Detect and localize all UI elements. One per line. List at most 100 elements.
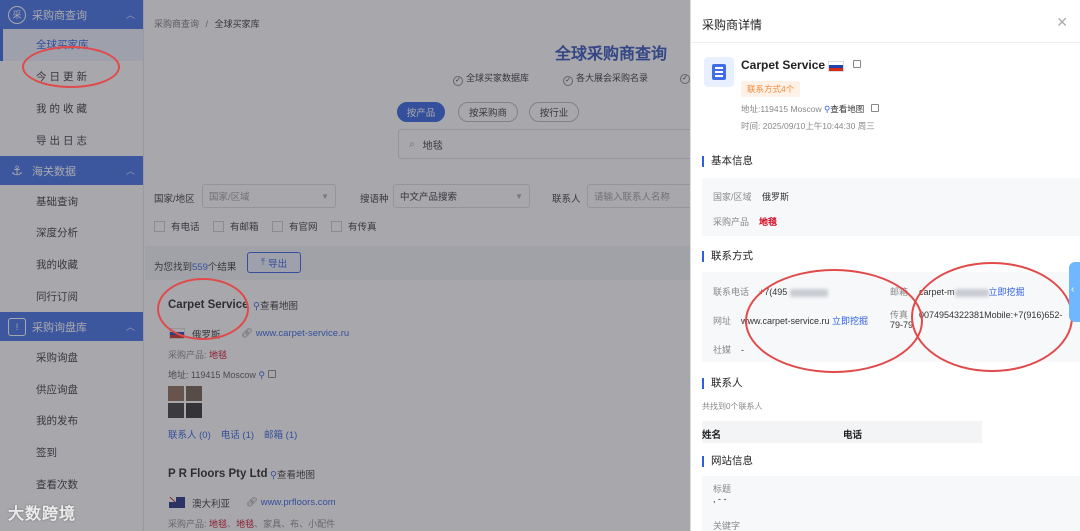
contact-placeholder: 请输入联系人名称 [594, 192, 671, 203]
fax-row: 传真 0074954322381Mobile:+7(916)652- [890, 308, 1062, 321]
product-thumbnails[interactable] [168, 386, 202, 418]
sidebar-item-customs-favorites[interactable]: 我的收藏 [0, 249, 143, 281]
product-value: 地毯 [209, 519, 228, 529]
link-icon: 🔗︎ [246, 497, 259, 508]
sidebar-item-today-update[interactable]: 今日更新 [0, 61, 143, 93]
checkbox-box [154, 220, 165, 232]
view-map-link[interactable]: ⚲查看地图 [253, 298, 298, 312]
product-value: 地毯 [209, 350, 228, 360]
address-value: 地址: 119415 Moscow [168, 370, 256, 380]
australia-flag-icon [169, 497, 185, 508]
sidebar-item-purchase-inquiry[interactable]: 采购询盘 [0, 341, 143, 373]
upload-icon: ⤒ [260, 257, 266, 268]
sidebar-item-deep-analysis[interactable]: 深度分析 [0, 217, 143, 249]
sidebar: 采 采购商查询 ︿ 全球买家库 今日更新 我的收藏 导出日志 ⚓ 海关数据 ︿ … [0, 0, 144, 531]
sidebar-group-inquiry[interactable]: ! 采购询盘库 ︿ [0, 312, 143, 342]
website-row: 网址 www.carpet-service.ru 立即挖掘 [713, 314, 868, 327]
tab-by-industry[interactable]: 按行业 [529, 102, 579, 122]
sidebar-item-global-buyers[interactable]: 全球买家库 [0, 29, 143, 61]
sidebar-group-label: 海关数据 [32, 165, 76, 178]
site-keyword-label: 关键字 [713, 519, 740, 531]
social-row: 社媒 - [713, 343, 744, 356]
sidebar-item-checkin[interactable]: 签到 [0, 437, 143, 469]
phone-link[interactable]: 电话 (1) [221, 430, 254, 441]
field-label: 联系电话 [713, 287, 750, 297]
export-button[interactable]: ⤒ 导出 [247, 252, 301, 273]
chevron-up-icon: ︿ [125, 322, 135, 333]
checkbox-label: 有官网 [289, 222, 318, 233]
close-icon[interactable]: ✕ [1056, 14, 1068, 31]
checkbox-has-phone[interactable]: 有电话 [154, 219, 200, 233]
breadcrumb-separator: / [205, 19, 209, 29]
field-value: carpet-m [919, 287, 955, 297]
section-basic-info: 基本信息 [702, 156, 753, 167]
view-map-link[interactable]: ⚲查看地图 [270, 467, 315, 481]
checkbox-has-email[interactable]: 有邮箱 [213, 219, 259, 233]
tab-by-product[interactable]: 按产品 [397, 102, 445, 122]
sidebar-item-peer-subscribe[interactable]: 同行订阅 [0, 281, 143, 313]
russia-flag-icon [169, 328, 185, 339]
sidebar-item-view-count[interactable]: 查看次数 [0, 469, 143, 501]
column-name: 姓名 [702, 430, 722, 441]
divider [691, 42, 1080, 43]
sidebar-group-label: 采购商查询 [32, 9, 87, 22]
field-label: 网址 [713, 316, 732, 326]
address-line: 地址: 119415 Moscow ⚲ [168, 368, 276, 381]
email-link[interactable]: 邮箱 (1) [264, 430, 297, 441]
sidebar-group-buyer[interactable]: 采 采购商查询 ︿ [0, 0, 143, 29]
field-value: , - - [713, 494, 727, 504]
checkbox-has-website[interactable]: 有官网 [272, 219, 318, 233]
website-label: www.carpet-service.ru [255, 328, 350, 339]
company-name-link[interactable]: Carpet Service [168, 299, 249, 311]
view-map-label: 查看地图 [276, 470, 315, 481]
sidebar-item-my-posts[interactable]: 我的发布 [0, 405, 143, 437]
field-label: 采购产品 [713, 217, 750, 227]
checkbox-has-fax[interactable]: 有传真 [331, 219, 377, 233]
checkbox-box [331, 220, 342, 232]
region-select[interactable]: 国家/区域 ▼ [202, 184, 336, 208]
caret-down-icon: ▼ [515, 191, 523, 201]
view-map-link[interactable]: 查看地图 [830, 104, 864, 114]
search-input[interactable]: ⌕ 地毯 [398, 129, 690, 159]
sidebar-item-supply-inquiry[interactable]: 供应询盘 [0, 373, 143, 405]
copy-icon[interactable] [853, 60, 861, 68]
map-pin-icon: ⚲ [253, 301, 260, 312]
view-map-label: 查看地图 [259, 301, 298, 312]
website-link[interactable]: 🔗︎ www.carpet-service.ru [241, 328, 349, 339]
mine-email-link[interactable]: 立即挖掘 [989, 287, 1025, 297]
mine-website-link[interactable]: 立即挖掘 [832, 316, 868, 326]
contact-count-tag: 联系方式4个 [741, 81, 801, 97]
sidebar-group-customs[interactable]: ⚓ 海关数据 ︿ [0, 156, 143, 186]
copy-icon[interactable] [267, 370, 276, 378]
field-value: 俄罗斯 [762, 192, 790, 202]
company-name-link[interactable]: P R Floors Pty Ltd [168, 468, 267, 480]
link-icon: 🔗︎ [241, 328, 254, 339]
sidebar-item-basic-query[interactable]: 基础查询 [0, 185, 143, 217]
website-link[interactable]: 🔗︎ www.prfloors.com [246, 497, 336, 508]
region-row: 国家/区域 俄罗斯 [713, 190, 789, 203]
section-contact: 联系方式 [702, 251, 753, 262]
product-value: 布 [290, 519, 300, 529]
feature-item: ✓ 各大展会采购名录 [563, 71, 648, 86]
address-value: 地址:119415 Moscow [741, 104, 822, 114]
language-select[interactable]: 中文产品搜索 ▼ [393, 184, 530, 208]
search-value: 地毯 [422, 140, 443, 152]
result-count: 为您找到559个结果 [154, 259, 236, 273]
drawer-title: 采购商详情 [702, 18, 763, 32]
feature-label: 各大展会采购名录 [576, 73, 649, 83]
sidebar-item-favorites[interactable]: 我的收藏 [0, 93, 143, 125]
russia-flag-icon [828, 61, 844, 72]
contact-input[interactable]: 请输入联系人名称 [587, 184, 690, 208]
side-panel-handle[interactable] [1069, 262, 1080, 322]
contacts-link[interactable]: 联系人 (0) [168, 430, 211, 441]
field-label: 关键字 [713, 521, 741, 531]
check-circle-icon: ✓ [453, 76, 463, 86]
language-value: 中文产品搜索 [400, 192, 458, 203]
sidebar-item-export-log[interactable]: 导出日志 [0, 124, 143, 156]
checkbox-label: 有电话 [171, 222, 200, 233]
copy-icon[interactable] [870, 104, 879, 112]
tab-by-buyer[interactable]: 按采购商 [458, 102, 518, 122]
result-prefix: 为您找到 [154, 262, 193, 273]
time-meta: 时间: 2025/09/10上午10:44:30 周三 [741, 121, 875, 131]
breadcrumb-parent[interactable]: 采购商查询 [154, 19, 199, 29]
